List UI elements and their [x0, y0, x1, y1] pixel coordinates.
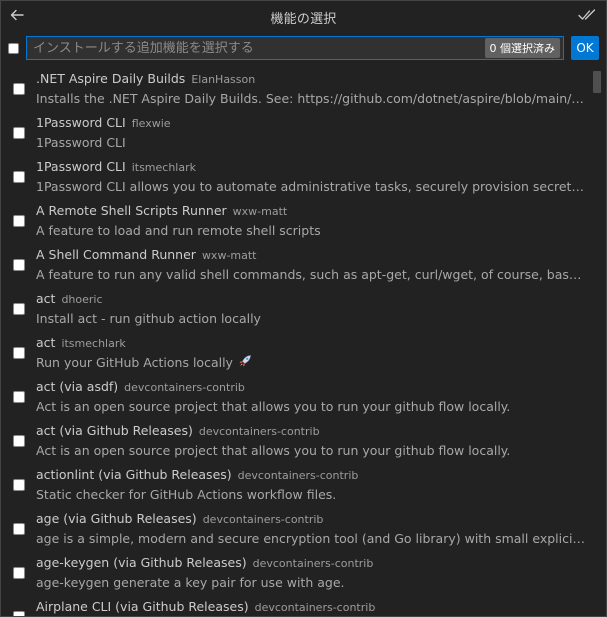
- item-description: A feature to load and run remote shell s…: [36, 223, 321, 238]
- list-item[interactable]: Airplane CLI (via Github Releases) devcon…: [1, 595, 606, 616]
- item-checkbox[interactable]: [13, 611, 25, 616]
- item-description: Act is an open source project that allow…: [36, 443, 511, 458]
- item-checkbox[interactable]: [13, 83, 25, 95]
- list-item[interactable]: 1Password CLI itsmechlark 1Password CLI a…: [1, 155, 606, 199]
- item-name: 1Password CLI: [36, 115, 126, 130]
- item-name: A Remote Shell Scripts Runner: [36, 203, 227, 218]
- list-item[interactable]: age-keygen (via Github Releases) devconta…: [1, 551, 606, 595]
- item-name: age-keygen (via Github Releases): [36, 555, 247, 570]
- input-row: 0 個選択済み OK: [1, 33, 606, 63]
- item-description: Act is an open source project that allow…: [36, 399, 511, 414]
- item-description: Installs the .NET Aspire Daily Builds. S…: [36, 91, 588, 106]
- item-description: Install act - run github action locally: [36, 311, 261, 326]
- item-name: Airplane CLI (via Github Releases): [36, 599, 249, 614]
- item-checkbox[interactable]: [13, 127, 25, 139]
- item-description: Static checker for GitHub Actions workfl…: [36, 487, 337, 502]
- item-publisher: flexwie: [131, 117, 171, 130]
- arrow-left-icon: [9, 7, 25, 27]
- item-publisher: dhoeric: [61, 293, 103, 306]
- item-description: 1Password CLI allows you to automate adm…: [36, 179, 588, 194]
- item-publisher: ElanHasson: [191, 73, 256, 86]
- list-item[interactable]: .NET Aspire Daily Builds ElanHasson Insta…: [1, 67, 606, 111]
- item-checkbox[interactable]: [13, 303, 25, 315]
- item-checkbox[interactable]: [13, 259, 25, 271]
- item-publisher: wxw-matt: [201, 249, 257, 262]
- ok-button[interactable]: OK: [571, 36, 599, 60]
- item-checkbox[interactable]: [13, 347, 25, 359]
- list-item[interactable]: 1Password CLI flexwie 1Password CLI: [1, 111, 606, 155]
- item-name: .NET Aspire Daily Builds: [36, 71, 186, 86]
- item-checkbox[interactable]: [13, 567, 25, 579]
- filter-input[interactable]: [33, 40, 485, 56]
- feature-list: .NET Aspire Daily Builds ElanHasson Insta…: [1, 67, 606, 616]
- select-all-checkbox[interactable]: [8, 42, 19, 54]
- item-publisher: wxw-matt: [232, 205, 288, 218]
- item-description: Run your GitHub Actions locally: [36, 355, 233, 370]
- rocket-icon: [238, 354, 252, 372]
- item-publisher: itsmechlark: [131, 161, 196, 174]
- item-name: actionlint (via Github Releases): [36, 467, 232, 482]
- item-description: 1Password CLI: [36, 135, 126, 150]
- item-checkbox[interactable]: [13, 479, 25, 491]
- item-name: act: [36, 291, 56, 306]
- item-name: age (via Github Releases): [36, 511, 197, 526]
- item-checkbox[interactable]: [13, 523, 25, 535]
- item-publisher: itsmechlark: [61, 337, 126, 350]
- list-item[interactable]: actionlint (via Github Releases) devconta…: [1, 463, 606, 507]
- item-name: act: [36, 335, 56, 350]
- back-button[interactable]: [7, 7, 27, 27]
- item-checkbox[interactable]: [13, 171, 25, 183]
- list-item[interactable]: A Remote Shell Scripts Runner wxw-matt A …: [1, 199, 606, 243]
- list-item[interactable]: age (via Github Releases) devcontainers-c…: [1, 507, 606, 551]
- item-description: age is a simple, modern and secure encry…: [36, 531, 588, 546]
- item-name: A Shell Command Runner: [36, 247, 196, 262]
- item-name: act (via Github Releases): [36, 423, 193, 438]
- item-publisher: devcontainers-contrib: [254, 601, 376, 614]
- item-checkbox[interactable]: [13, 391, 25, 403]
- item-name: 1Password CLI: [36, 159, 126, 174]
- item-publisher: devcontainers-contrib: [198, 425, 320, 438]
- list-item[interactable]: act dhoeric Install act - run github acti…: [1, 287, 606, 331]
- item-publisher: devcontainers-contrib: [124, 381, 245, 394]
- item-checkbox[interactable]: [13, 215, 25, 227]
- item-publisher: devcontainers-contrib: [237, 469, 359, 482]
- list-item[interactable]: act (via Github Releases) devcontainers-c…: [1, 419, 606, 463]
- list-item[interactable]: act itsmechlark Run your GitHub Actions l…: [1, 331, 606, 375]
- quick-pick: 機能の選択 0 個選択済み OK .NET Aspire Daily Build…: [0, 0, 607, 617]
- item-name: act (via asdf): [36, 379, 119, 394]
- quick-pick-header: 機能の選択: [1, 1, 606, 33]
- filter-input-container: 0 個選択済み: [26, 36, 564, 60]
- check-all-icon: [578, 7, 596, 27]
- list-item[interactable]: act (via asdf) devcontainers-contrib Act …: [1, 375, 606, 419]
- item-description: A feature to run any valid shell command…: [36, 267, 588, 282]
- list-item[interactable]: A Shell Command Runner wxw-matt A feature…: [1, 243, 606, 287]
- check-all-button[interactable]: [577, 7, 597, 27]
- page-title: 機能の選択: [270, 11, 337, 27]
- selected-count-badge: 0 個選択済み: [484, 38, 560, 58]
- item-description: age-keygen generate a key pair for use w…: [36, 575, 345, 590]
- list-scrollbar[interactable]: [593, 71, 601, 93]
- item-publisher: devcontainers-contrib: [202, 513, 324, 526]
- item-checkbox[interactable]: [13, 435, 25, 447]
- item-publisher: devcontainers-contrib: [252, 557, 374, 570]
